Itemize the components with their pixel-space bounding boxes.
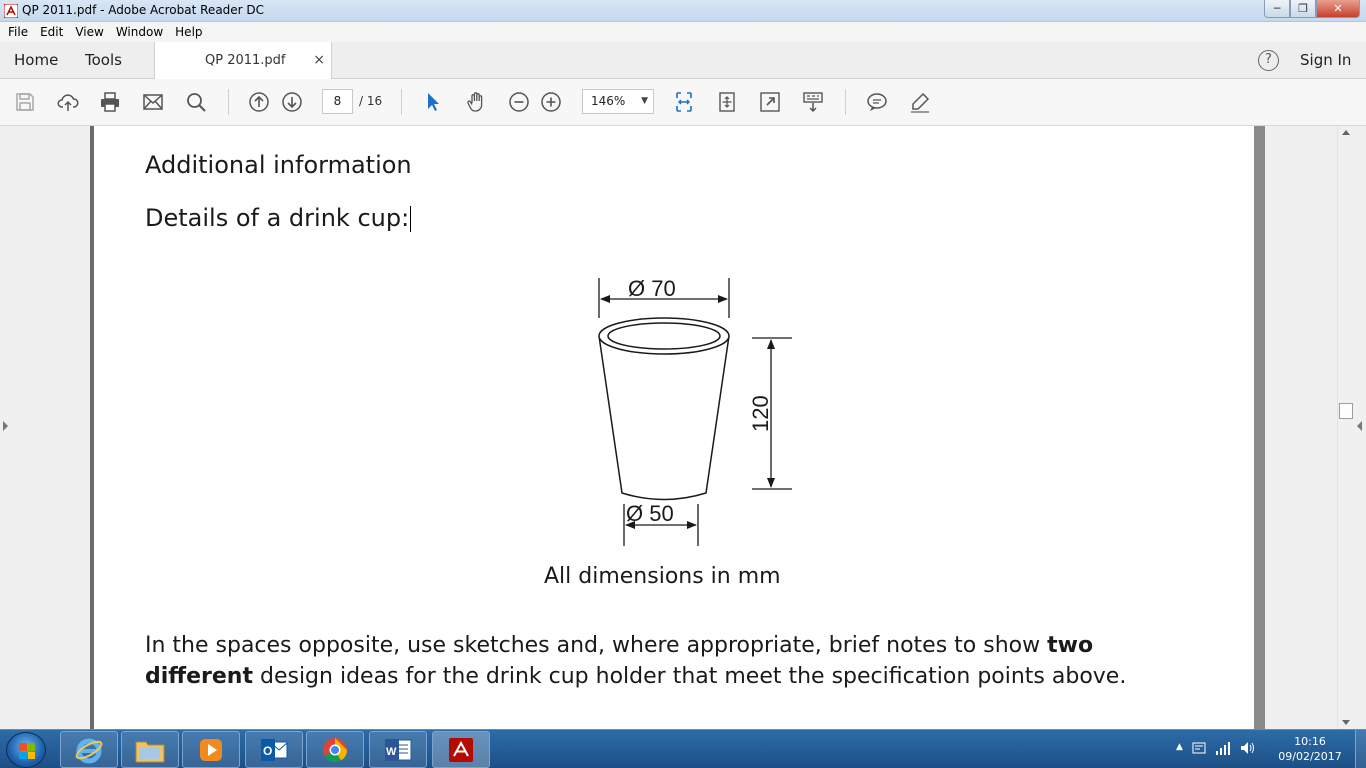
height-label: 120 [748, 395, 773, 432]
chrome-icon[interactable] [306, 731, 364, 768]
windows-logo-icon [19, 743, 35, 759]
instruction-paragraph: In the spaces opposite, use sketches and… [145, 630, 1135, 692]
internet-explorer-icon[interactable] [60, 731, 118, 768]
save-icon[interactable] [12, 89, 38, 115]
highlight-icon[interactable] [907, 89, 933, 115]
scroll-down-icon[interactable] [1342, 720, 1350, 725]
tray-expand-icon[interactable]: ▲ [1176, 740, 1183, 756]
pdf-page: Additional information Details of a drin… [94, 126, 1254, 729]
close-tab-icon[interactable]: × [313, 52, 325, 68]
title-bar: QP 2011.pdf - Adobe Acrobat Reader DC ─ … [0, 0, 1366, 22]
vertical-scrollbar[interactable] [1337, 126, 1354, 729]
svg-text:W: W [386, 746, 397, 758]
dimensions-caption: All dimensions in mm [544, 564, 781, 589]
restore-button[interactable]: ❐ [1290, 0, 1316, 18]
minimize-button[interactable]: ─ [1264, 0, 1290, 18]
acrobat-icon[interactable] [432, 731, 490, 768]
comment-icon[interactable] [864, 89, 890, 115]
sign-in-button[interactable]: Sign In [1300, 51, 1351, 69]
text-cursor [410, 206, 412, 232]
scroll-thumb[interactable] [1339, 403, 1353, 419]
tab-home[interactable]: Home [14, 51, 58, 69]
read-mode-icon[interactable] [800, 89, 826, 115]
zoom-select[interactable]: 146% ▼ [582, 89, 654, 114]
fit-page-icon[interactable] [714, 89, 740, 115]
show-desktop-button[interactable] [1355, 730, 1366, 768]
help-icon[interactable]: ? [1258, 50, 1279, 71]
instruction-text-1: In the spaces opposite, use sketches and… [145, 633, 1048, 658]
file-explorer-icon[interactable] [121, 731, 179, 768]
system-tray: ▲ [1176, 740, 1255, 756]
details-text: Details of a drink cup: [145, 204, 410, 232]
network-signal-icon[interactable] [1215, 740, 1231, 756]
zoom-value: 146% [591, 94, 626, 108]
top-diameter-label: Ø 70 [628, 276, 676, 301]
cup-drawing: Ø 70 120 Ø 50 [598, 276, 792, 546]
hand-icon[interactable] [463, 89, 489, 115]
start-button[interactable] [6, 732, 46, 768]
fit-width-icon[interactable] [671, 89, 697, 115]
right-panel-toggle-icon[interactable] [1357, 421, 1362, 431]
menu-file[interactable]: File [2, 25, 34, 39]
word-icon[interactable]: W [369, 731, 427, 768]
print-icon[interactable] [97, 89, 123, 115]
clock-date: 09/02/2017 [1278, 750, 1342, 763]
page-count: / 16 [359, 94, 383, 108]
close-window-button[interactable]: ✕ [1316, 0, 1360, 18]
clock[interactable]: 10:16 09/02/2017 [1278, 734, 1342, 764]
acrobat-app-icon [4, 4, 18, 18]
outlook-icon[interactable]: O [245, 731, 303, 768]
page-up-icon[interactable] [246, 89, 272, 115]
taskbar: O W ▲ 10:16 09/02/2017 [0, 729, 1366, 768]
clock-time: 10:16 [1294, 735, 1326, 748]
menu-edit[interactable]: Edit [34, 25, 69, 39]
fullscreen-icon[interactable] [757, 89, 783, 115]
instruction-text-2: design ideas for the drink cup holder th… [252, 664, 1127, 689]
svg-text:O: O [263, 744, 272, 758]
action-center-icon[interactable] [1191, 740, 1207, 756]
section-heading: Additional information [145, 151, 412, 179]
chevron-down-icon: ▼ [641, 96, 648, 106]
volume-icon[interactable] [1239, 740, 1255, 756]
search-icon[interactable] [183, 89, 209, 115]
menu-view[interactable]: View [69, 25, 109, 39]
email-icon[interactable] [140, 89, 166, 115]
page-number-input[interactable]: 8 [322, 89, 353, 114]
details-line: Details of a drink cup: [145, 204, 412, 232]
menu-bar: File Edit View Window Help [0, 22, 1366, 42]
window-title: QP 2011.pdf - Adobe Acrobat Reader DC [22, 3, 265, 17]
document-tab-label: QP 2011.pdf [205, 53, 286, 68]
tab-document[interactable]: QP 2011.pdf × [154, 42, 332, 79]
menu-window[interactable]: Window [110, 25, 169, 39]
menu-help[interactable]: Help [169, 25, 208, 39]
left-panel-toggle-icon[interactable] [3, 421, 8, 431]
page-down-icon[interactable] [279, 89, 305, 115]
media-player-icon[interactable] [182, 731, 240, 768]
zoom-out-icon[interactable] [506, 89, 532, 115]
scroll-up-icon[interactable] [1342, 130, 1350, 135]
select-arrow-icon[interactable] [420, 89, 446, 115]
upload-icon[interactable] [55, 89, 81, 115]
zoom-in-icon[interactable] [538, 89, 564, 115]
document-viewer: Additional information Details of a drin… [0, 126, 1366, 729]
toolbar: 8 / 16 146% ▼ [0, 79, 1366, 126]
tab-bar: Home Tools QP 2011.pdf × ? Sign In [0, 42, 1366, 79]
tab-tools[interactable]: Tools [85, 51, 122, 69]
bottom-diameter-label: Ø 50 [626, 501, 674, 526]
